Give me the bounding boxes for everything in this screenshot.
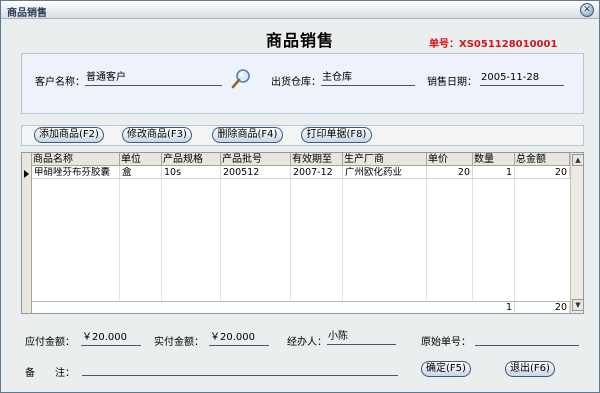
column-header[interactable]: 单价 [427,153,473,166]
cell-unit[interactable]: 盒 [120,167,162,179]
cell-product-name[interactable]: 甲硝唑芬布芬胶囊 [32,167,120,179]
scroll-down-icon[interactable]: ▼ [572,299,583,311]
column-header[interactable]: 单位 [120,153,162,166]
close-icon: ✕ [583,5,591,15]
window-title: 商品销售 [7,8,47,19]
date-label: 销售日期： [427,77,477,88]
cell-price[interactable]: 20 [427,167,473,179]
column-divider [426,166,427,313]
handler-field[interactable]: 小陈 [327,330,396,345]
cell-quantity[interactable]: 1 [473,167,515,179]
payable-field[interactable]: ￥20.000 [81,331,141,346]
exit-button[interactable]: 退出(F6) [505,361,555,377]
confirm-button[interactable]: 确定(F5) [421,361,471,377]
title-bar: 商品销售 ✕ [1,1,599,19]
column-divider [220,166,221,313]
edit-item-button[interactable]: 修改商品(F3) [122,127,192,143]
column-header[interactable]: 生产厂商 [343,153,427,166]
column-divider [472,166,473,313]
column-divider [514,166,515,313]
paid-label: 实付金额： [154,337,204,348]
customer-field[interactable]: 普通客户 [85,71,222,86]
column-divider [290,166,291,313]
total-amount: 20 [515,302,570,313]
column-divider [161,166,162,313]
order-number: 单号：XS051128010001 [429,39,558,50]
column-header[interactable]: 产品规格 [162,153,221,166]
column-header[interactable]: 数量 [473,153,515,166]
cell-spec[interactable]: 10s [162,167,221,179]
warehouse-field[interactable]: 主仓库 [321,71,415,86]
cell-batch[interactable]: 200512 [221,167,291,179]
column-divider [342,166,343,313]
items-table[interactable]: 商品名称 单位 产品规格 产品批号 有效期至 生产厂商 单价 数量 总金额 甲硝… [21,152,584,314]
paid-field[interactable]: ￥20.000 [209,331,269,346]
column-header[interactable]: 有效期至 [291,153,343,166]
payable-label: 应付金额： [25,337,75,348]
warehouse-label: 出货仓库： [271,77,321,88]
remark-field[interactable] [82,361,398,376]
column-header[interactable]: 商品名称 [32,153,120,166]
total-quantity: 1 [473,302,515,313]
handler-label: 经办人： [287,337,327,348]
column-header[interactable]: 总金额 [515,153,570,166]
close-button[interactable]: ✕ [580,3,594,17]
cell-amount[interactable]: 20 [515,167,570,179]
column-divider [119,166,120,313]
remark-label: 备 注： [25,368,75,379]
column-header[interactable]: 产品批号 [221,153,291,166]
date-field[interactable]: 2005-11-28 [480,71,564,86]
cell-manufacturer[interactable]: 广州欧化药业 [343,167,427,179]
scroll-up-icon[interactable]: ▲ [572,154,583,166]
customer-label: 客户名称： [35,77,85,88]
vertical-scrollbar[interactable]: ▲ ▼ [570,153,583,313]
original-order-label: 原始单号： [421,337,471,348]
add-item-button[interactable]: 添加商品(F2) [34,127,104,143]
delete-item-button[interactable]: 删除商品(F4) [212,127,283,143]
print-button[interactable]: 打印单据(F8) [301,127,372,143]
original-order-field[interactable] [475,331,579,346]
sales-window: 商品销售 ✕ 商品销售 单号：XS051128010001 客户名称： 普通客户… [0,0,600,393]
search-icon[interactable] [230,68,252,90]
current-row-arrow-icon [24,170,29,178]
cell-expiry[interactable]: 2007-12 [291,167,343,179]
